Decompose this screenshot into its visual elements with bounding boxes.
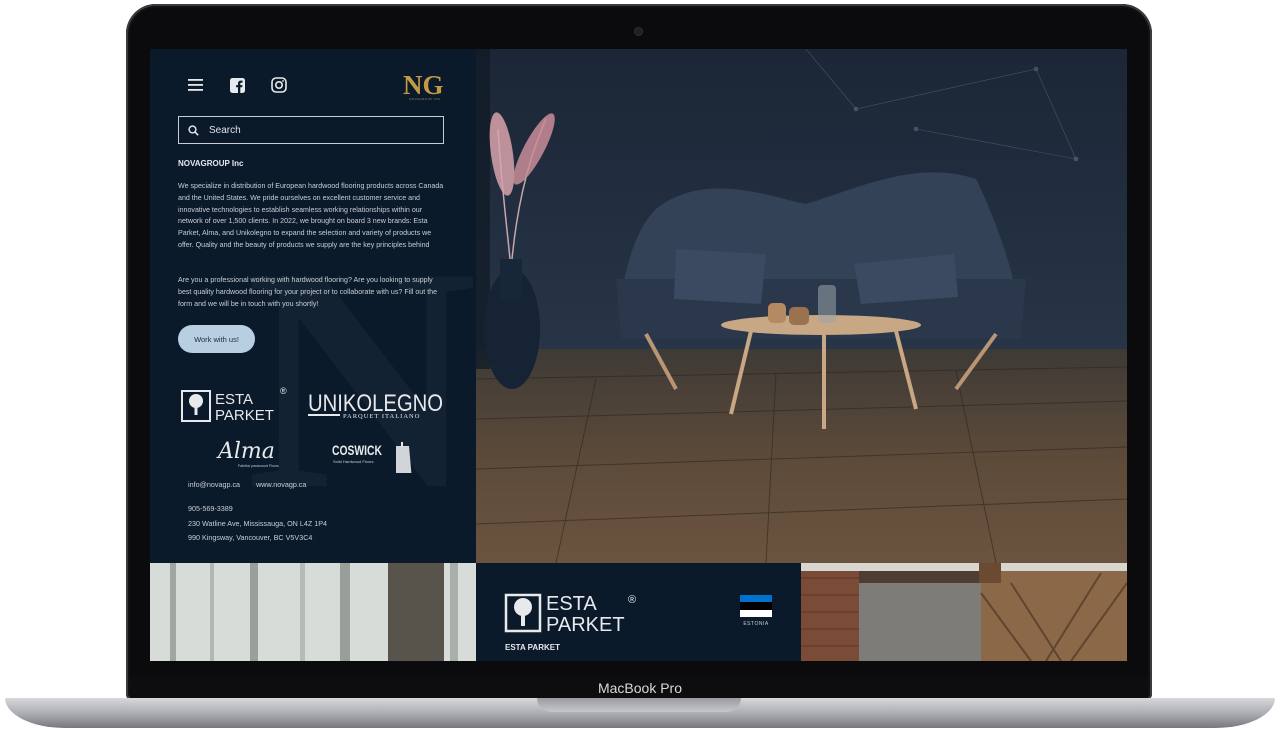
esta-parket-line1: ESTA (215, 391, 253, 408)
country-label: ESTONIA (743, 621, 769, 627)
laptop-notch (537, 698, 741, 712)
address-mississauga: 230 Watline Ave, Mississauga, ON L4Z 1P4 (188, 519, 328, 528)
coswick-logo[interactable]: COSWICK Solid Hardwood Floors (332, 442, 412, 473)
search-input[interactable] (207, 123, 411, 137)
esta-parket-tile-logo: ESTA PARKET ® (504, 593, 636, 635)
alma-subtitle: Fabrika' paramount Floors (238, 464, 279, 468)
work-with-us-button[interactable]: Work with us! (178, 325, 255, 353)
device-label: MacBook Pro (597, 680, 683, 696)
logo-text: NG (403, 70, 444, 100)
unikolegno-subtitle: PARQUET ITALIANO (343, 413, 420, 420)
alma-logo[interactable]: Alma Fabrika' paramount Floors (216, 439, 279, 468)
search-box[interactable] (178, 116, 444, 144)
email-link[interactable]: info@novagp.ca (188, 480, 240, 489)
search-icon (188, 124, 199, 136)
estonia-flag-icon (740, 595, 772, 617)
phone-number[interactable]: 905-569-3389 (188, 504, 233, 513)
coswick-text: COSWICK (332, 442, 382, 458)
unikolegno-logo[interactable]: UNIKOLEGNO PARQUET ITALIANO (308, 390, 443, 420)
esta-parket-tile[interactable]: ESTA PARKET ® ESTONIA ESTA PARKET (476, 563, 801, 661)
interior-tile[interactable] (801, 563, 1127, 661)
contact-links: info@novagp.ca www.novagp.ca (188, 480, 306, 489)
screen: N NG NOVAGROUP INC NOVAGROUP Inc We spec… (150, 49, 1127, 661)
tile-brand-line2: PARKET (546, 614, 625, 635)
about-paragraph: We specialize in distribution of Europea… (178, 182, 444, 249)
tile-registered-mark: ® (628, 594, 636, 606)
facebook-icon[interactable] (226, 74, 248, 96)
top-nav (184, 74, 290, 96)
tile-brand-line1: ESTA (546, 593, 597, 615)
forest-tile[interactable] (150, 563, 476, 661)
website-link[interactable]: www.novagp.ca (256, 480, 306, 489)
esta-parket-logo[interactable]: ESTA PARKET ® (181, 386, 287, 424)
esta-parket-line2: PARKET (215, 407, 274, 424)
alma-text: Alma (216, 439, 275, 464)
forest-image (150, 563, 476, 661)
info-panel: N NG NOVAGROUP INC NOVAGROUP Inc We spec… (150, 49, 476, 563)
coswick-subtitle: Solid Hardwood Floors (333, 459, 373, 464)
esta-registered-mark: ® (280, 386, 287, 396)
company-name: NOVAGROUP Inc (178, 159, 244, 168)
background-watermark: N (246, 219, 477, 539)
hero-image (476, 49, 1127, 563)
cta-paragraph: Are you a professional working with hard… (178, 276, 438, 308)
menu-icon[interactable] (184, 74, 206, 96)
address-vancouver: 990 Kingsway, Vancouver, BC V5V3C4 (188, 533, 313, 542)
interior-image (801, 563, 1127, 661)
instagram-icon[interactable] (268, 74, 290, 96)
tile-name: ESTA PARKET (505, 643, 560, 652)
camera (635, 28, 642, 35)
logo-subtitle: NOVAGROUP INC (409, 97, 441, 101)
brand-logos: ESTA PARKET ® UNIKOLEGNO PARQUET ITALIAN… (181, 386, 443, 473)
